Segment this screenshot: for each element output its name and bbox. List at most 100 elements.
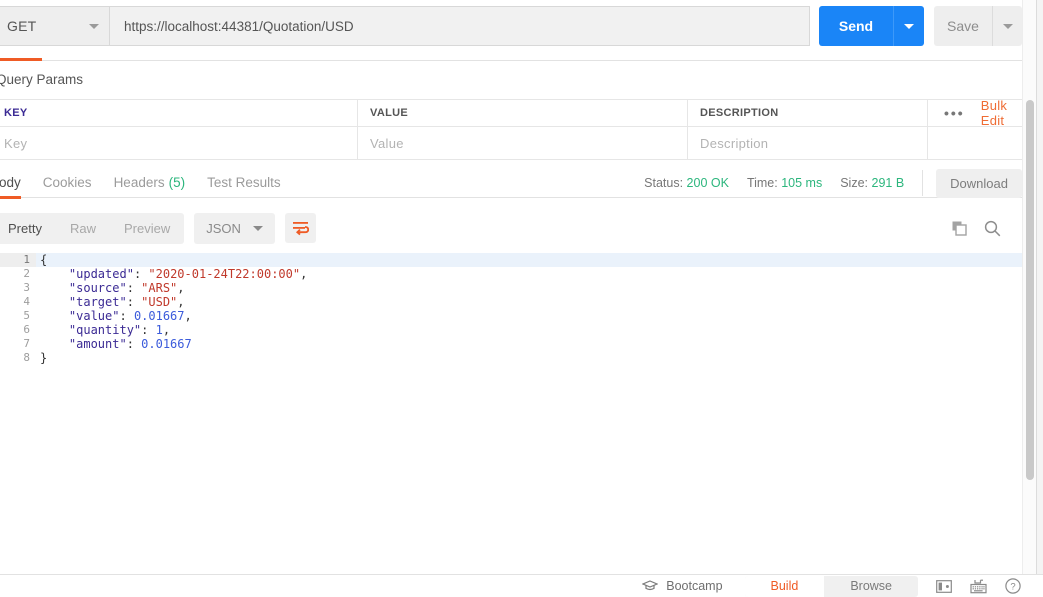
mode-build-button[interactable]: Build <box>744 575 825 597</box>
code-token: "USD" <box>141 295 178 309</box>
line-number: 2 <box>23 267 30 280</box>
tab-cookies-label: Cookies <box>42 175 92 190</box>
code-token: } <box>40 351 48 365</box>
code-token: : <box>126 281 142 295</box>
code-line: "updated": "2020-01-24T22:00:00", <box>36 267 1022 281</box>
code-token: , <box>162 323 171 337</box>
bootcamp-button[interactable]: Bootcamp <box>642 579 723 593</box>
search-button[interactable] <box>984 220 1001 237</box>
chevron-down-icon <box>89 23 99 29</box>
url-input[interactable]: https://localhost:44381/Quotation/USD <box>110 6 810 46</box>
tab-body-label: Body <box>0 175 21 190</box>
save-options-button[interactable] <box>992 6 1022 46</box>
line-number: 8 <box>23 351 30 364</box>
param-key-input[interactable]: Key <box>0 127 358 159</box>
format-preview-button[interactable]: Preview <box>110 213 184 244</box>
code-token: "updated" <box>68 267 134 281</box>
time-value: 105 ms <box>781 176 823 190</box>
vertical-scrollbar[interactable] <box>1022 0 1036 574</box>
tab-test-results-label: Test Results <box>207 175 281 190</box>
download-button[interactable]: Download <box>936 168 1022 198</box>
response-meta: Status: 200 OK Time: 105 ms Size: 291 B … <box>644 168 1043 198</box>
language-dropdown[interactable]: JSON <box>194 212 275 244</box>
status-value: 200 OK <box>686 176 729 190</box>
row-actions <box>928 127 1022 159</box>
tab-headers[interactable]: Headers (5) <box>114 168 186 198</box>
chevron-down-icon <box>904 23 914 29</box>
code-line: "amount": 0.01667 <box>36 337 1022 351</box>
code-line: "target": "USD", <box>36 295 1022 309</box>
code-line: "quantity": 1, <box>36 323 1022 337</box>
send-options-button[interactable] <box>893 6 924 46</box>
svg-text:?: ? <box>1010 582 1015 593</box>
code-token: : <box>141 323 156 337</box>
keyboard-shortcuts-button[interactable] <box>970 579 987 594</box>
save-button[interactable]: Save <box>934 6 992 46</box>
help-button[interactable]: ? <box>1005 578 1021 594</box>
ellipsis-icon[interactable]: ••• <box>944 105 965 121</box>
status-label: Status: <box>644 176 684 190</box>
active-request-tab-indicator <box>0 58 42 61</box>
code-token: 0.01667 <box>141 337 192 351</box>
response-body-toolbar: Pretty Raw Preview JSON <box>0 208 1022 248</box>
request-url-bar: GET https://localhost:44381/Quotation/US… <box>0 6 1022 46</box>
http-method-dropdown[interactable]: GET <box>0 6 110 46</box>
size-meta: Size: 291 B <box>840 176 904 190</box>
code-line: } <box>36 351 1022 365</box>
divider <box>922 170 924 196</box>
status-bar: Bootcamp Build Browse ? <box>0 574 1043 597</box>
request-tabs-strip <box>0 58 1022 61</box>
build-browse-toggle: Build Browse <box>744 575 918 597</box>
param-description-input[interactable]: Description <box>688 127 928 159</box>
headers-count-badge: (5) <box>168 175 186 190</box>
column-header-key: KEY <box>0 100 358 126</box>
chevron-down-icon <box>252 225 263 231</box>
tab-test-results[interactable]: Test Results <box>207 168 281 198</box>
tab-body[interactable]: Body <box>0 168 21 199</box>
table-header-row: KEY VALUE DESCRIPTION ••• Bulk Edit <box>0 98 1022 128</box>
copy-button[interactable] <box>952 221 967 236</box>
format-toggle-group: Pretty Raw Preview <box>0 212 185 244</box>
param-value-input[interactable]: Value <box>358 127 688 159</box>
format-pretty-button[interactable]: Pretty <box>0 213 56 244</box>
line-number: 4 <box>23 295 30 308</box>
line-number: 5 <box>23 309 30 322</box>
layout-toggle-button[interactable] <box>936 579 952 593</box>
code-token: : <box>126 337 142 351</box>
query-params-table: KEY VALUE DESCRIPTION ••• Bulk Edit Key … <box>0 98 1022 160</box>
time-meta: Time: 105 ms <box>747 176 822 190</box>
code-token: , <box>177 295 185 309</box>
code-token: "2020-01-24T22:00:00" <box>148 267 301 281</box>
vertical-scrollbar-thumb[interactable] <box>1026 100 1034 480</box>
search-icon <box>984 220 1001 236</box>
word-wrap-toggle[interactable] <box>284 213 316 243</box>
code-line: { <box>36 253 1022 267</box>
bulk-edit-button[interactable]: Bulk Edit <box>981 98 1022 128</box>
chevron-down-icon <box>1002 23 1013 29</box>
code-line: "source": "ARS", <box>36 281 1022 295</box>
response-body-code[interactable]: 12345678 { "updated": "2020-01-24T22:00:… <box>0 249 1022 574</box>
code-token: "target" <box>68 295 127 309</box>
url-text: https://localhost:44381/Quotation/USD <box>124 18 354 34</box>
code-token: "quantity" <box>68 323 142 337</box>
code-line: "value": 0.01667, <box>36 309 1022 323</box>
language-label: JSON <box>206 220 241 236</box>
status-meta: Status: 200 OK <box>644 176 729 190</box>
line-number: 1 <box>0 253 44 267</box>
mode-browse-button[interactable]: Browse <box>824 576 918 597</box>
size-value: 291 B <box>871 176 905 190</box>
window-right-rail <box>1036 0 1043 574</box>
table-row: Key Value Description <box>0 127 1022 160</box>
format-raw-button[interactable]: Raw <box>56 213 110 244</box>
code-token: : <box>126 295 142 309</box>
send-button[interactable]: Send <box>819 6 893 46</box>
code-token: "amount" <box>68 337 127 351</box>
code-token: "ARS" <box>141 281 178 295</box>
code-token: 1 <box>155 323 163 337</box>
tab-cookies[interactable]: Cookies <box>43 168 92 198</box>
word-wrap-icon <box>292 221 309 235</box>
save-button-group: Save <box>934 6 1022 46</box>
